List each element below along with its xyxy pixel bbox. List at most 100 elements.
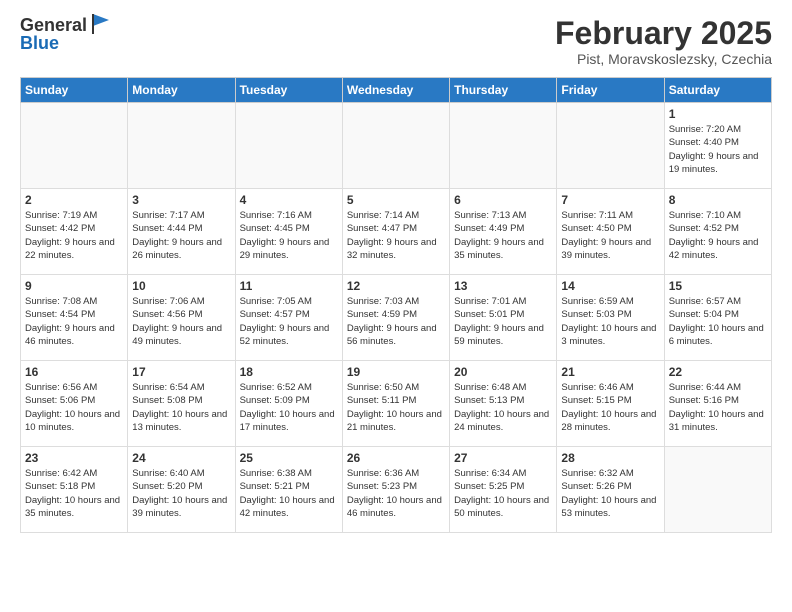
day-number-22: 22 — [669, 365, 767, 379]
day-cell-4-6 — [664, 447, 771, 533]
day-number-11: 11 — [240, 279, 338, 293]
day-info-12: Sunrise: 7:03 AM Sunset: 4:59 PM Dayligh… — [347, 295, 445, 348]
day-number-18: 18 — [240, 365, 338, 379]
day-number-13: 13 — [454, 279, 552, 293]
day-cell-4-0: 23Sunrise: 6:42 AM Sunset: 5:18 PM Dayli… — [21, 447, 128, 533]
day-info-16: Sunrise: 6:56 AM Sunset: 5:06 PM Dayligh… — [25, 381, 123, 434]
logo: General Blue — [20, 16, 113, 52]
day-number-7: 7 — [561, 193, 659, 207]
day-cell-2-5: 14 Sunrise: 6:59 AM Sunset: 5:03 PM Dayli… — [557, 275, 664, 361]
day-number-27: 27 — [454, 451, 552, 465]
calendar-subtitle: Pist, Moravskoslezsky, Czechia — [555, 51, 772, 67]
day-cell-4-3: 26 Sunrise: 6:36 AM Sunset: 5:23 PM Dayli… — [342, 447, 449, 533]
day-info-9: Sunrise: 7:08 AM Sunset: 4:54 PM Dayligh… — [25, 295, 123, 348]
week-row-0: 1Sunrise: 7:20 AM Sunset: 4:40 PM Daylig… — [21, 103, 772, 189]
col-monday: Monday — [128, 78, 235, 103]
day-cell-0-0 — [21, 103, 128, 189]
day-number-3: 3 — [132, 193, 230, 207]
day-number-6: 6 — [454, 193, 552, 207]
day-cell-1-1: 3 Sunrise: 7:17 AM Sunset: 4:44 PM Daylig… — [128, 189, 235, 275]
day-cell-4-5: 28 Sunrise: 6:32 AM Sunset: 5:26 PM Dayli… — [557, 447, 664, 533]
day-info-7: Sunrise: 7:11 AM Sunset: 4:50 PM Dayligh… — [561, 209, 659, 262]
col-wednesday: Wednesday — [342, 78, 449, 103]
day-cell-1-4: 6 Sunrise: 7:13 AM Sunset: 4:49 PM Daylig… — [450, 189, 557, 275]
day-cell-0-6: 1Sunrise: 7:20 AM Sunset: 4:40 PM Daylig… — [664, 103, 771, 189]
day-number-2: 2 — [25, 193, 123, 207]
day-info-27: Sunrise: 6:34 AM Sunset: 5:25 PM Dayligh… — [454, 467, 552, 520]
week-row-1: 2 Sunrise: 7:19 AM Sunset: 4:42 PM Daylig… — [21, 189, 772, 275]
day-info-10: Sunrise: 7:06 AM Sunset: 4:56 PM Dayligh… — [132, 295, 230, 348]
day-cell-1-5: 7 Sunrise: 7:11 AM Sunset: 4:50 PM Daylig… — [557, 189, 664, 275]
day-cell-0-5 — [557, 103, 664, 189]
day-info-24: Sunrise: 6:40 AM Sunset: 5:20 PM Dayligh… — [132, 467, 230, 520]
day-number-17: 17 — [132, 365, 230, 379]
title-block: February 2025 Pist, Moravskoslezsky, Cze… — [555, 16, 772, 67]
logo-flag-icon — [89, 12, 113, 36]
day-cell-3-0: 16 Sunrise: 6:56 AM Sunset: 5:06 PM Dayli… — [21, 361, 128, 447]
day-info-2: Sunrise: 7:19 AM Sunset: 4:42 PM Dayligh… — [25, 209, 123, 262]
day-info-17: Sunrise: 6:54 AM Sunset: 5:08 PM Dayligh… — [132, 381, 230, 434]
calendar-title: February 2025 — [555, 16, 772, 51]
day-info-6: Sunrise: 7:13 AM Sunset: 4:49 PM Dayligh… — [454, 209, 552, 262]
day-info-3: Sunrise: 7:17 AM Sunset: 4:44 PM Dayligh… — [132, 209, 230, 262]
day-info-5: Sunrise: 7:14 AM Sunset: 4:47 PM Dayligh… — [347, 209, 445, 262]
week-row-3: 16 Sunrise: 6:56 AM Sunset: 5:06 PM Dayli… — [21, 361, 772, 447]
col-friday: Friday — [557, 78, 664, 103]
col-sunday: Sunday — [21, 78, 128, 103]
day-cell-2-3: 12 Sunrise: 7:03 AM Sunset: 4:59 PM Dayli… — [342, 275, 449, 361]
day-info-11: Sunrise: 7:05 AM Sunset: 4:57 PM Dayligh… — [240, 295, 338, 348]
day-info-14: Sunrise: 6:59 AM Sunset: 5:03 PM Dayligh… — [561, 295, 659, 348]
day-number-24: 24 — [132, 451, 230, 465]
day-cell-1-3: 5 Sunrise: 7:14 AM Sunset: 4:47 PM Daylig… — [342, 189, 449, 275]
calendar-table: Sunday Monday Tuesday Wednesday Thursday… — [20, 77, 772, 533]
day-info-21: Sunrise: 6:46 AM Sunset: 5:15 PM Dayligh… — [561, 381, 659, 434]
day-info-4: Sunrise: 7:16 AM Sunset: 4:45 PM Dayligh… — [240, 209, 338, 262]
day-info-18: Sunrise: 6:52 AM Sunset: 5:09 PM Dayligh… — [240, 381, 338, 434]
day-cell-3-4: 20 Sunrise: 6:48 AM Sunset: 5:13 PM Dayli… — [450, 361, 557, 447]
day-number-21: 21 — [561, 365, 659, 379]
day-cell-4-1: 24 Sunrise: 6:40 AM Sunset: 5:20 PM Dayli… — [128, 447, 235, 533]
day-cell-2-6: 15 Sunrise: 6:57 AM Sunset: 5:04 PM Dayli… — [664, 275, 771, 361]
day-cell-2-2: 11 Sunrise: 7:05 AM Sunset: 4:57 PM Dayli… — [235, 275, 342, 361]
day-info-13: Sunrise: 7:01 AM Sunset: 5:01 PM Dayligh… — [454, 295, 552, 348]
day-cell-2-4: 13 Sunrise: 7:01 AM Sunset: 5:01 PM Dayli… — [450, 275, 557, 361]
day-info-8: Sunrise: 7:10 AM Sunset: 4:52 PM Dayligh… — [669, 209, 767, 262]
day-number-26: 26 — [347, 451, 445, 465]
day-number-25: 25 — [240, 451, 338, 465]
day-number-10: 10 — [132, 279, 230, 293]
day-info-19: Sunrise: 6:50 AM Sunset: 5:11 PM Dayligh… — [347, 381, 445, 434]
day-cell-0-1 — [128, 103, 235, 189]
day-number-19: 19 — [347, 365, 445, 379]
logo-general-text: General — [20, 16, 87, 34]
day-info-1: Sunrise: 7:20 AM Sunset: 4:40 PM Dayligh… — [669, 123, 767, 176]
day-info-26: Sunrise: 6:36 AM Sunset: 5:23 PM Dayligh… — [347, 467, 445, 520]
day-number-20: 20 — [454, 365, 552, 379]
day-number-9: 9 — [25, 279, 123, 293]
day-cell-0-2 — [235, 103, 342, 189]
day-number-12: 12 — [347, 279, 445, 293]
week-row-4: 23Sunrise: 6:42 AM Sunset: 5:18 PM Dayli… — [21, 447, 772, 533]
day-info-28: Sunrise: 6:32 AM Sunset: 5:26 PM Dayligh… — [561, 467, 659, 520]
col-saturday: Saturday — [664, 78, 771, 103]
col-thursday: Thursday — [450, 78, 557, 103]
day-info-22: Sunrise: 6:44 AM Sunset: 5:16 PM Dayligh… — [669, 381, 767, 434]
day-number-28: 28 — [561, 451, 659, 465]
day-cell-2-1: 10 Sunrise: 7:06 AM Sunset: 4:56 PM Dayli… — [128, 275, 235, 361]
logo-blue-text: Blue — [20, 34, 87, 52]
day-info-23: Sunrise: 6:42 AM Sunset: 5:18 PM Dayligh… — [25, 467, 123, 520]
day-number-5: 5 — [347, 193, 445, 207]
page: General Blue February 2025 Pist, Moravsk… — [0, 0, 792, 612]
week-row-2: 9 Sunrise: 7:08 AM Sunset: 4:54 PM Daylig… — [21, 275, 772, 361]
day-cell-0-4 — [450, 103, 557, 189]
col-tuesday: Tuesday — [235, 78, 342, 103]
day-info-20: Sunrise: 6:48 AM Sunset: 5:13 PM Dayligh… — [454, 381, 552, 434]
day-cell-4-2: 25 Sunrise: 6:38 AM Sunset: 5:21 PM Dayli… — [235, 447, 342, 533]
day-info-15: Sunrise: 6:57 AM Sunset: 5:04 PM Dayligh… — [669, 295, 767, 348]
day-number-16: 16 — [25, 365, 123, 379]
day-number-8: 8 — [669, 193, 767, 207]
day-cell-0-3 — [342, 103, 449, 189]
day-info-25: Sunrise: 6:38 AM Sunset: 5:21 PM Dayligh… — [240, 467, 338, 520]
day-number-15: 15 — [669, 279, 767, 293]
day-number-4: 4 — [240, 193, 338, 207]
day-number-14: 14 — [561, 279, 659, 293]
